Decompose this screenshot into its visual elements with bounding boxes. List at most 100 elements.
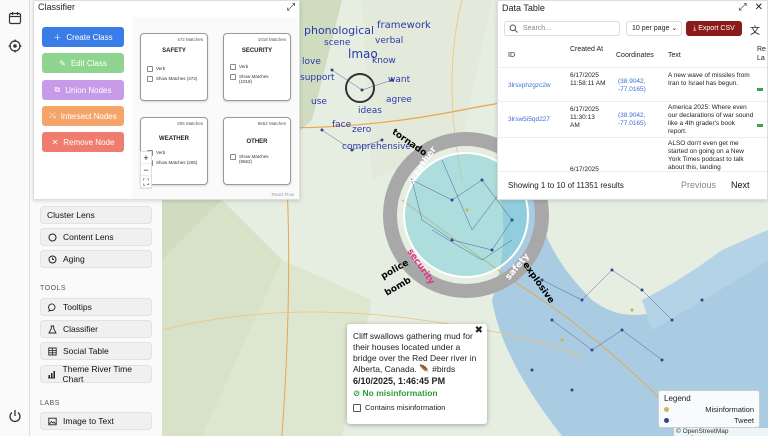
classifier-title-bar: Classifier ⤢ — [34, 1, 299, 13]
checkbox[interactable] — [230, 154, 236, 160]
legend-dot — [664, 407, 669, 412]
word-label: agree — [386, 95, 412, 105]
word-label: use — [311, 97, 327, 107]
legend-item-misinformation: Misinformation — [664, 405, 754, 414]
image-to-text-button[interactable]: Image to Text — [40, 412, 152, 430]
icon-rail — [0, 0, 30, 436]
labs-section-header: LABS — [40, 400, 60, 407]
word-label: framework — [377, 20, 431, 31]
legend-title: Legend — [664, 394, 691, 403]
chevron-down-icon: ⌄ — [671, 25, 678, 32]
image-icon — [47, 416, 57, 426]
misinfo-status: ⊘ No misinformation — [353, 388, 438, 398]
close-icon[interactable]: ✖ — [475, 325, 483, 336]
column-header-relabel[interactable]: Re La — [757, 45, 767, 63]
search-icon — [509, 24, 518, 33]
edit-icon: ✎ — [59, 58, 66, 68]
legend-dot — [664, 418, 669, 423]
chart-icon — [47, 369, 57, 379]
table-row[interactable]: 3lrsw5i5qd227 6/17/2025 11:30:13 AM (38.… — [498, 101, 767, 137]
zoom-out-button[interactable]: − — [141, 164, 151, 176]
classifier-title: Classifier — [38, 2, 76, 12]
misinfo-checkbox-row[interactable]: Contains misinformation — [353, 403, 481, 412]
flask-icon — [47, 324, 57, 334]
data-table-title-bar: Data Table ⤢ ✕ — [498, 1, 767, 15]
tooltips-button[interactable]: Tooltips — [40, 298, 152, 316]
intersect-nodes-button[interactable]: ⤯ Intersect Nodes — [42, 106, 124, 126]
table-row[interactable]: 3lrsxphzgzc2w 6/17/2025 11:58:11 AM (38.… — [498, 67, 767, 101]
map-attribution[interactable]: © OpenStreetMap contributors. — [674, 428, 768, 436]
column-header-created[interactable]: Created At — [570, 45, 604, 54]
class-node-safety[interactable]: 472 Matches SAFETY Verb Show Matches (47… — [140, 33, 208, 101]
label-bar — [757, 124, 763, 127]
legend-item-tweet: Tweet — [664, 416, 754, 425]
class-node-security[interactable]: 1018 Matches SECURITY Verb Show Matches … — [223, 33, 291, 101]
data-table-title: Data Table — [502, 3, 545, 13]
check-circle-icon: ⊘ — [353, 388, 361, 398]
intersect-icon: ⤯ — [49, 111, 56, 120]
tweet-text: Cliff swallows gathering mud for their h… — [353, 331, 477, 374]
cluster-lens-button[interactable]: Cluster Lens — [40, 206, 152, 224]
clock-icon — [47, 254, 57, 264]
social-table-button[interactable]: Social Table — [40, 342, 152, 360]
chat-icon — [47, 302, 57, 312]
union-nodes-button[interactable]: ⧉ Union Nodes — [42, 80, 124, 100]
column-header-coordinates[interactable]: Coordinates — [616, 51, 654, 60]
edit-class-button[interactable]: ✎ Edit Class — [42, 53, 124, 73]
tools-section-header: TOOLS — [40, 285, 67, 292]
checkbox[interactable] — [230, 64, 236, 70]
results-count: Showing 1 to 10 of 11351 results — [508, 181, 624, 190]
create-class-button[interactable]: ＋ Create Class — [42, 27, 124, 47]
checkbox[interactable] — [147, 66, 153, 72]
word-label: scene — [324, 38, 351, 48]
previous-button[interactable]: Previous — [681, 180, 716, 190]
tweet-date: 6/10/2025, 1:46:45 PM — [353, 376, 446, 386]
plus-icon: ＋ — [53, 32, 62, 42]
react-flow-attribution: React Flow — [271, 192, 294, 197]
word-label: want — [388, 75, 411, 85]
word-label: phonological — [304, 24, 375, 37]
target-icon[interactable] — [8, 39, 22, 53]
word-label: know — [372, 56, 396, 66]
data-table-panel: Data Table ⤢ ✕ Search... 10 per page ⌄ ⤓ … — [497, 0, 768, 200]
close-icon: ✕ — [51, 137, 59, 147]
classifier-button[interactable]: Classifier — [40, 320, 152, 338]
map-legend: Legend Misinformation Tweet — [658, 390, 760, 428]
export-csv-button[interactable]: ⤓ Export CSV — [686, 21, 742, 36]
zoom-in-button[interactable]: + — [141, 152, 151, 164]
table-footer: Showing 1 to 10 of 11351 results Previou… — [498, 171, 767, 199]
zoom-controls: + − ⛶ — [140, 151, 152, 189]
search-input[interactable]: Search... — [504, 21, 620, 36]
next-button[interactable]: Next — [731, 180, 750, 190]
word-label: face — [332, 120, 352, 130]
remove-node-button[interactable]: ✕ Remove Node — [42, 132, 124, 152]
label-bar — [757, 88, 763, 91]
per-page-select[interactable]: 10 per page ⌄ — [626, 21, 682, 36]
close-icon[interactable]: ✕ — [755, 2, 763, 13]
union-icon: ⧉ — [54, 85, 61, 94]
word-label: love — [302, 57, 321, 67]
classifier-panel: Classifier ⤢ ＋ Create Class ✎ Edit Class ⧉… — [33, 0, 300, 200]
fit-view-button[interactable]: ⛶ — [141, 176, 151, 188]
classifier-flow-canvas[interactable]: 472 Matches SAFETY Verb Show Matches (47… — [132, 17, 298, 199]
misinfo-checkbox[interactable] — [353, 403, 361, 412]
expand-icon[interactable]: ⤢ — [287, 2, 295, 13]
power-icon[interactable] — [8, 409, 22, 423]
column-header-text[interactable]: Text — [668, 51, 681, 60]
checkbox[interactable] — [147, 76, 153, 82]
circle-icon — [47, 232, 57, 242]
content-lens-button[interactable]: Content Lens — [40, 228, 152, 246]
word-label: zero — [352, 125, 372, 135]
column-header-id[interactable]: ID — [508, 51, 515, 60]
theme-river-button[interactable]: Theme River Time Chart — [40, 364, 152, 384]
calendar-icon[interactable] — [8, 11, 22, 25]
download-icon: ⤓ — [693, 25, 697, 32]
expand-icon[interactable]: ⤢ — [739, 2, 747, 13]
class-node-other[interactable]: 9662 Matches OTHER Show Matches (9662) — [223, 117, 291, 185]
aging-button[interactable]: Aging — [40, 250, 152, 268]
word-label: ideas — [358, 106, 382, 116]
checkbox[interactable] — [230, 74, 236, 80]
table-icon — [47, 346, 57, 356]
translate-icon[interactable]: 文 — [750, 22, 760, 37]
word-label: verbal — [375, 36, 404, 46]
